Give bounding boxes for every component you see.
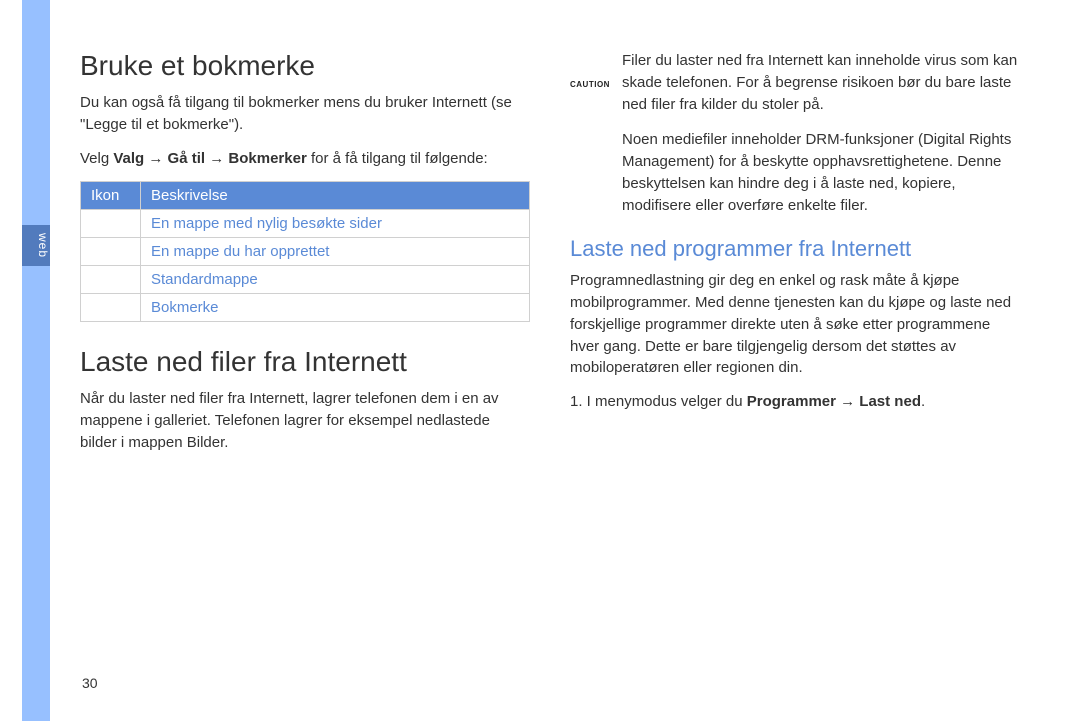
instr-post: for å få tilgang til følgende:	[307, 150, 488, 167]
right-column: CAUTION Filer du laster ned fra Internet…	[570, 50, 1020, 466]
bookmark-instruction: Velg Valg → Gå til → Bokmerker for å få …	[80, 148, 530, 170]
table-header-row: Ikon Beskrivelse	[81, 182, 530, 210]
download-apps-text: Programnedlastning gir deg en enkel og r…	[570, 270, 1020, 379]
heading-bookmark: Bruke et bokmerke	[80, 50, 530, 82]
page-body: Bruke et bokmerke Du kan også få tilgang…	[80, 50, 1040, 466]
cell-icon	[81, 266, 141, 294]
instr-bold: Valg → Gå til → Bokmerker	[113, 150, 306, 167]
caution-block: CAUTION Filer du laster ned fra Internet…	[570, 50, 1020, 115]
table-row: Standardmappe	[81, 266, 530, 294]
drm-text: Noen mediefiler inneholder DRM-funksjone…	[622, 129, 1020, 216]
cell-desc: En mappe du har opprettet	[141, 238, 530, 266]
table-row: En mappe med nylig besøkte sider	[81, 210, 530, 238]
heading-download-files: Laste ned filer fra Internett	[80, 346, 530, 378]
section-tab: web	[22, 225, 50, 266]
cell-icon	[81, 210, 141, 238]
step-1: 1. I menymodus velger du Programmer → La…	[570, 391, 1020, 413]
download-files-text: Når du laster ned filer fra Internett, l…	[80, 388, 530, 453]
bookmark-intro: Du kan også få tilgang til bokmerker men…	[80, 92, 530, 136]
heading-download-apps: Laste ned programmer fra Internett	[570, 236, 1020, 262]
step1-pre: 1. I menymodus velger du	[570, 393, 747, 410]
cell-icon	[81, 238, 141, 266]
table-row: Bokmerke	[81, 294, 530, 322]
th-icon: Ikon	[81, 182, 141, 210]
step1-post: .	[921, 393, 925, 410]
icon-table: Ikon Beskrivelse En mappe med nylig besø…	[80, 181, 530, 322]
table-row: En mappe du har opprettet	[81, 238, 530, 266]
caution-icon: CAUTION	[570, 50, 610, 115]
page-number: 30	[82, 675, 98, 691]
cell-icon	[81, 294, 141, 322]
cell-desc: Bokmerke	[141, 294, 530, 322]
th-desc: Beskrivelse	[141, 182, 530, 210]
cell-desc: En mappe med nylig besøkte sider	[141, 210, 530, 238]
instr-pre: Velg	[80, 150, 113, 167]
left-column: Bruke et bokmerke Du kan også få tilgang…	[80, 50, 530, 466]
cell-desc: Standardmappe	[141, 266, 530, 294]
caution-text: Filer du laster ned fra Internett kan in…	[622, 50, 1020, 115]
step1-bold: Programmer → Last ned	[747, 393, 921, 410]
side-strip	[22, 0, 50, 721]
